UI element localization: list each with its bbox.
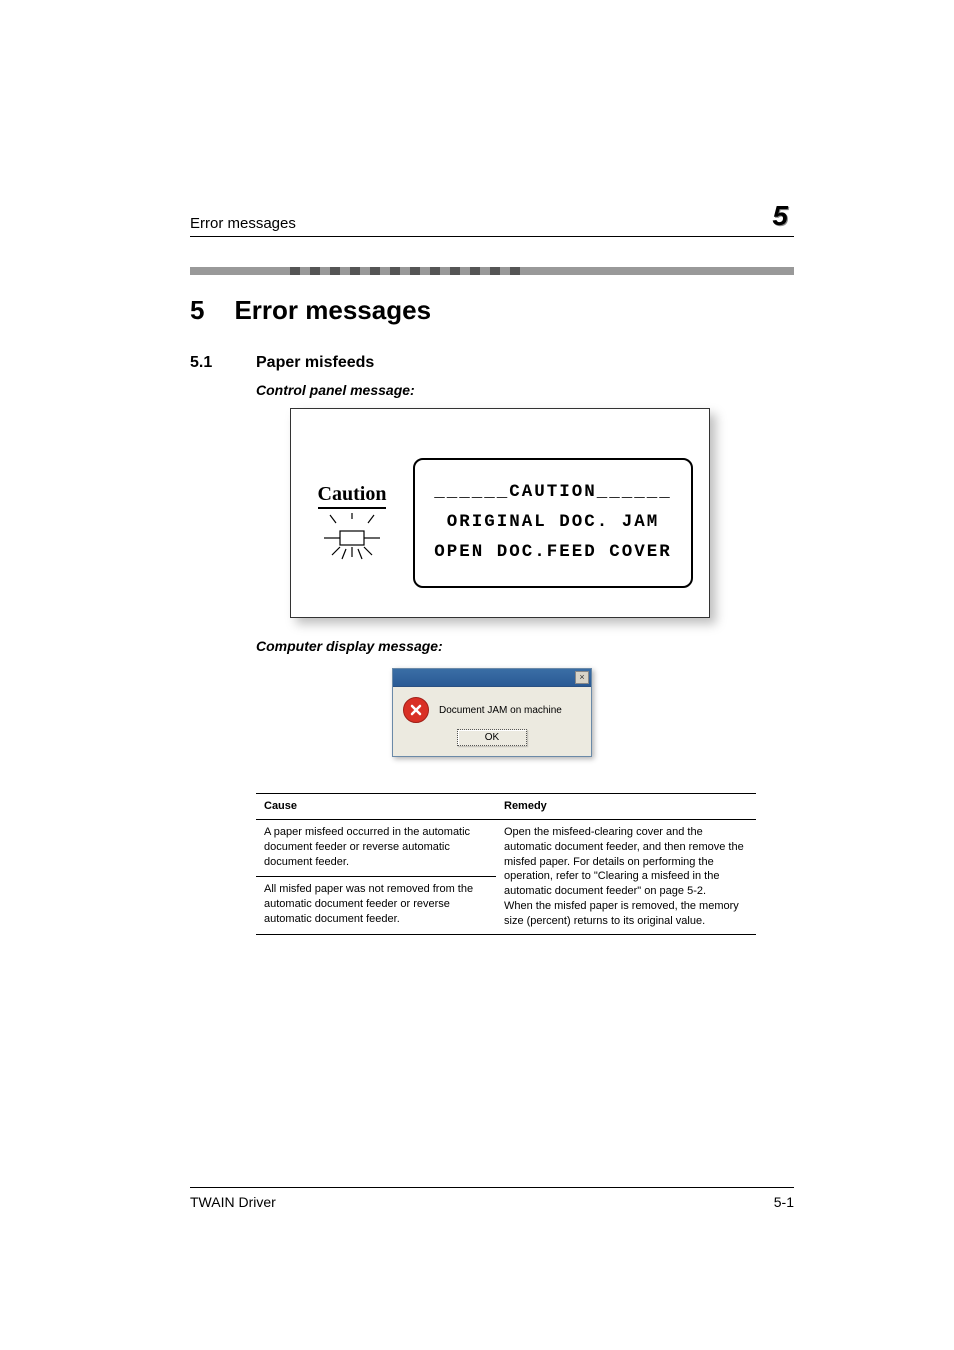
cause-remedy-table: Cause Remedy A paper misfeed occurred in… [256, 793, 756, 935]
dialog-message: Document JAM on machine [439, 705, 562, 716]
lcd-display: ______CAUTION______ ORIGINAL DOC. JAM OP… [413, 458, 693, 587]
footer-right: 5-1 [774, 1194, 794, 1210]
lcd-line-1: ______CAUTION______ [423, 478, 683, 508]
computer-display-subhead: Computer display message: [256, 638, 794, 654]
error-circle-icon [403, 697, 429, 723]
cause-cell-1: A paper misfeed occurred in the automati… [256, 819, 496, 876]
caution-label: Caution [318, 483, 387, 509]
col-header-cause: Cause [256, 794, 496, 820]
sun-rays-icon [312, 513, 392, 563]
col-header-remedy: Remedy [496, 794, 756, 820]
h1-number: 5 [190, 295, 204, 326]
close-icon[interactable]: × [575, 671, 589, 684]
dialog-titlebar: × [393, 669, 591, 687]
running-header-text: Error messages [190, 215, 296, 232]
h1-title: Error messages [234, 295, 431, 326]
control-panel-subhead: Control panel message: [256, 382, 794, 398]
error-dialog: × Document JAM on machine OK [392, 668, 592, 757]
remedy-cell: Open the misfeed-clearing cover and the … [496, 819, 756, 934]
chapter-number-top: 5 [766, 200, 794, 232]
lcd-line-3: OPEN DOC.FEED COVER [423, 538, 683, 568]
section-divider [190, 267, 794, 275]
footer-left: TWAIN Driver [190, 1194, 276, 1210]
control-panel-illustration: Caution [290, 408, 710, 618]
cause-cell-2: All misfed paper was not removed from th… [256, 877, 496, 934]
h2-title: Paper misfeeds [256, 354, 374, 372]
h2-number: 5.1 [190, 354, 226, 372]
ok-button[interactable]: OK [457, 729, 527, 746]
lcd-line-2: ORIGINAL DOC. JAM [423, 508, 683, 538]
